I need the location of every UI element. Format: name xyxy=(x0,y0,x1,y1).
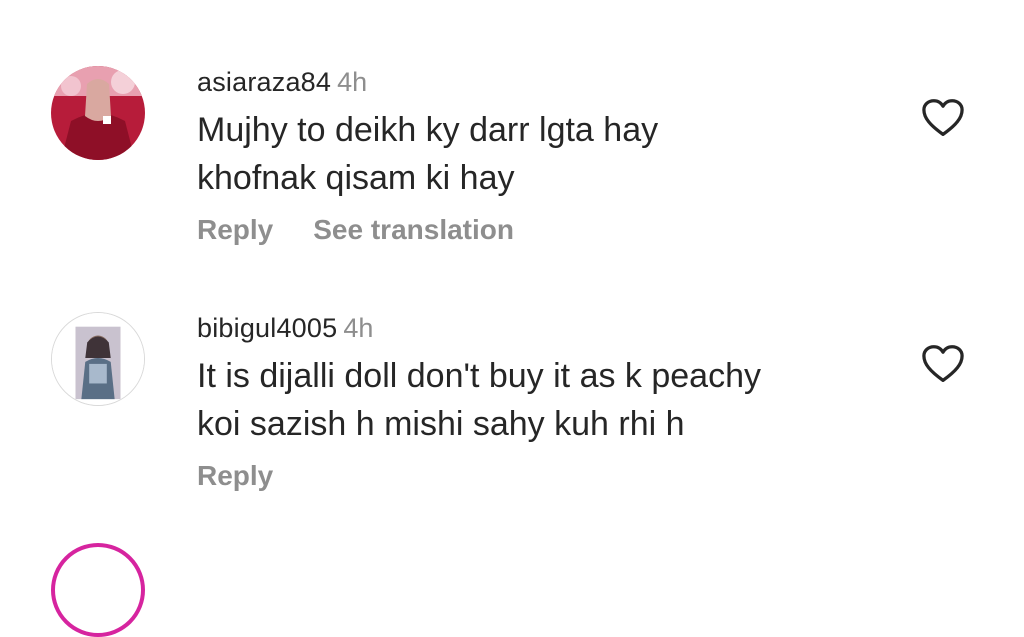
reply-button[interactable]: Reply xyxy=(197,214,273,245)
heart-outline-icon xyxy=(922,99,964,136)
comment-username[interactable]: bibigul4005 xyxy=(197,313,337,343)
comment-text-line: koi sazish h mishi sahy kuh rhi h xyxy=(197,405,685,443)
comment-username[interactable]: asiaraza84 xyxy=(197,67,331,97)
avatar-image xyxy=(51,66,145,160)
like-button[interactable] xyxy=(921,344,965,384)
heart-outline-icon xyxy=(922,345,964,382)
avatar[interactable] xyxy=(51,66,145,160)
avatar-story-ring[interactable] xyxy=(51,543,145,637)
avatar-image xyxy=(52,313,144,405)
comment-time: 4h xyxy=(343,313,374,343)
see-translation-button[interactable]: See translation xyxy=(313,214,514,245)
comment-time: 4h xyxy=(337,67,368,97)
like-button[interactable] xyxy=(921,98,965,138)
comment-text-line: Mujhy to deikh ky darr lgta hay xyxy=(197,111,659,149)
avatar[interactable] xyxy=(51,312,145,406)
comment-text-line: It is dijalli doll don't buy it as k pea… xyxy=(197,357,762,395)
comment-text: Mujhy to deikh ky darr lgta hay khofnak … xyxy=(197,106,897,202)
comment-text: It is dijalli doll don't buy it as k pea… xyxy=(197,352,897,448)
comment-text-line: khofnak qisam ki hay xyxy=(197,159,515,197)
reply-button[interactable]: Reply xyxy=(197,460,273,491)
